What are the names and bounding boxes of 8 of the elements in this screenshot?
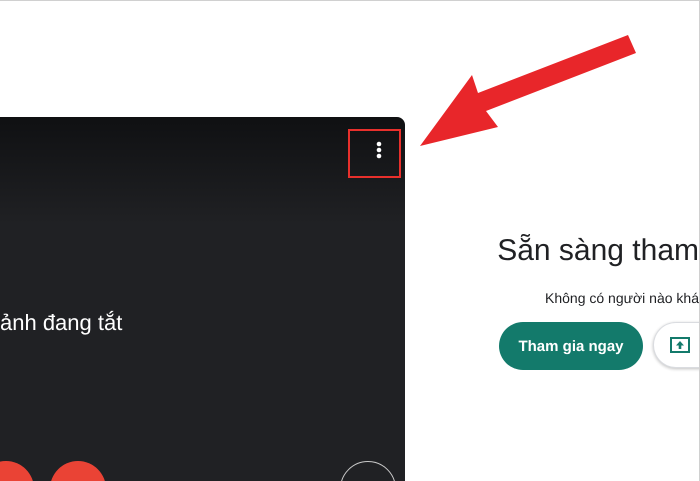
present-screen-icon [670, 337, 690, 353]
more-vert-icon [376, 141, 382, 159]
join-button[interactable]: Tham gia ngay [499, 322, 643, 370]
ready-title: Sẵn sàng tham [497, 233, 699, 269]
highlight-frame [348, 129, 401, 178]
present-button[interactable] [653, 322, 699, 368]
participants-note: Không có người nào khá [545, 290, 699, 306]
camera-status: ảnh đang tắt [0, 310, 122, 336]
